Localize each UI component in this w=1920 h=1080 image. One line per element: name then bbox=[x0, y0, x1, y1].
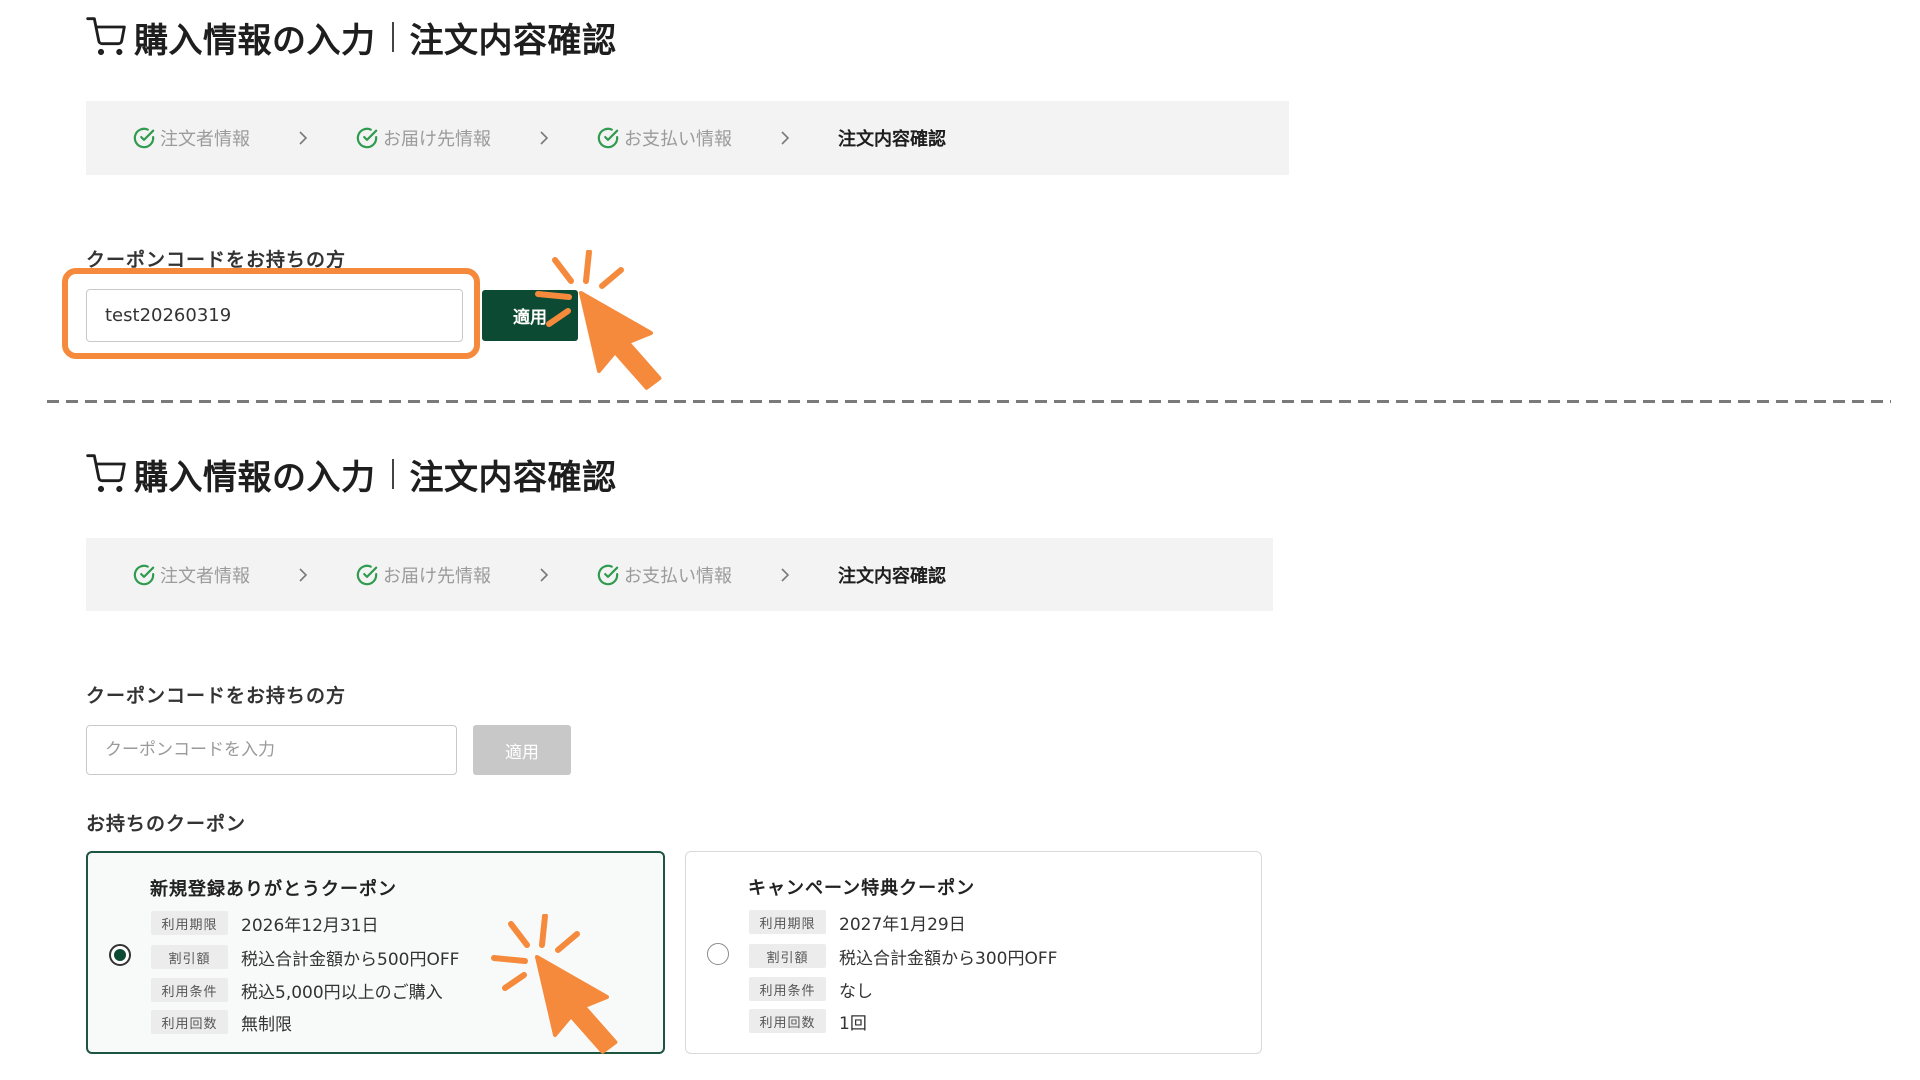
title-main: 購入情報の入力 bbox=[134, 20, 376, 61]
step-shipping-info: お届け先情報 bbox=[356, 562, 491, 588]
chevron-right-icon bbox=[299, 131, 308, 145]
coupon-row-discount: 割引額 税込合計金額から300円OFF bbox=[749, 944, 1058, 969]
coupon-code-label: クーポンコードをお持ちの方 bbox=[86, 249, 347, 271]
coupon-row-value: 税込5,000円以上のご購入 bbox=[241, 982, 443, 1003]
step-label: お支払い情報 bbox=[624, 129, 732, 150]
chevron-right-icon bbox=[781, 131, 790, 145]
coupon-row-label: 利用条件 bbox=[151, 978, 228, 1002]
coupon-row-usage-count: 利用回数 無制限 bbox=[151, 1010, 292, 1035]
coupon-row-expiry: 利用期限 2026年12月31日 bbox=[151, 911, 379, 936]
step-label: お届け先情報 bbox=[383, 565, 491, 587]
chevron-right-icon bbox=[299, 567, 308, 582]
section-divider bbox=[47, 400, 1891, 403]
coupon-row-value: 税込合計金額から500円OFF bbox=[241, 949, 460, 970]
chevron-right-icon bbox=[540, 131, 549, 145]
checkout-steps: 注文者情報 お届け先情報 お支払い情報 注文内容確認 bbox=[86, 538, 1273, 611]
coupon-row-value: 1回 bbox=[839, 1013, 867, 1034]
page-title: 購入情報の入力 注文内容確認 bbox=[86, 15, 617, 61]
title-sub: 注文内容確認 bbox=[409, 20, 617, 61]
step-label: 注文内容確認 bbox=[838, 129, 946, 150]
coupon-row-label: 割引額 bbox=[749, 944, 826, 968]
coupon-row-condition: 利用条件 なし bbox=[749, 977, 873, 1002]
step-orderer-info: 注文者情報 bbox=[133, 125, 250, 151]
coupon-row-value: 無制限 bbox=[241, 1014, 292, 1035]
title-divider bbox=[391, 459, 394, 489]
coupon-row-discount: 割引額 税込合計金額から500円OFF bbox=[151, 945, 460, 970]
coupon-code-input[interactable] bbox=[86, 289, 463, 342]
apply-coupon-button[interactable]: 適用 bbox=[482, 290, 578, 341]
page-title: 購入情報の入力 注文内容確認 bbox=[86, 452, 617, 498]
coupon-row-value: 2027年1月29日 bbox=[839, 914, 966, 935]
coupon-radio[interactable] bbox=[109, 944, 131, 966]
coupon-row-label: 利用期限 bbox=[749, 910, 826, 934]
check-circle-icon bbox=[356, 127, 378, 149]
coupon-row-usage-count: 利用回数 1回 bbox=[749, 1009, 867, 1034]
check-circle-icon bbox=[356, 564, 378, 585]
title-main: 購入情報の入力 bbox=[134, 457, 376, 498]
check-circle-icon bbox=[133, 564, 155, 585]
coupon-row-value: なし bbox=[839, 981, 873, 1002]
step-shipping-info: お届け先情報 bbox=[356, 125, 491, 151]
coupon-row-label: 利用回数 bbox=[151, 1010, 228, 1034]
coupon-row-label: 利用期限 bbox=[151, 911, 228, 935]
coupon-card-campaign[interactable]: キャンペーン特典クーポン 利用期限 2027年1月29日 割引額 税込合計金額か… bbox=[685, 851, 1262, 1054]
apply-coupon-button[interactable]: 適用 bbox=[473, 725, 571, 775]
check-circle-icon bbox=[133, 127, 155, 149]
coupon-row-value: 2026年12月31日 bbox=[241, 915, 379, 936]
step-order-confirm: 注文内容確認 bbox=[838, 562, 946, 588]
coupon-row-condition: 利用条件 税込5,000円以上のご購入 bbox=[151, 978, 443, 1003]
step-label: 注文者情報 bbox=[160, 129, 250, 150]
coupon-code-input[interactable] bbox=[86, 725, 457, 775]
step-label: お届け先情報 bbox=[383, 129, 491, 150]
coupon-code-label: クーポンコードをお持ちの方 bbox=[86, 685, 347, 707]
chevron-right-icon bbox=[781, 567, 790, 582]
cart-icon bbox=[86, 454, 126, 493]
coupon-row-label: 利用条件 bbox=[749, 977, 826, 1001]
coupon-row-label: 割引額 bbox=[151, 945, 228, 969]
step-label: お支払い情報 bbox=[624, 565, 732, 587]
step-payment-info: お支払い情報 bbox=[597, 562, 732, 588]
step-label: 注文内容確認 bbox=[838, 565, 946, 587]
coupon-radio[interactable] bbox=[707, 943, 729, 965]
coupon-row-label: 利用回数 bbox=[749, 1009, 826, 1033]
title-divider bbox=[391, 22, 394, 52]
step-order-confirm: 注文内容確認 bbox=[838, 125, 946, 151]
step-payment-info: お支払い情報 bbox=[597, 125, 732, 151]
chevron-right-icon bbox=[540, 567, 549, 582]
coupon-title: 新規登録ありがとうクーポン bbox=[150, 879, 397, 900]
step-orderer-info: 注文者情報 bbox=[133, 562, 250, 588]
check-circle-icon bbox=[597, 127, 619, 149]
coupon-row-expiry: 利用期限 2027年1月29日 bbox=[749, 910, 966, 935]
coupon-row-value: 税込合計金額から300円OFF bbox=[839, 948, 1058, 969]
title-sub: 注文内容確認 bbox=[409, 457, 617, 498]
coupon-title: キャンペーン特典クーポン bbox=[748, 878, 976, 899]
cart-icon bbox=[86, 17, 126, 56]
step-label: 注文者情報 bbox=[160, 565, 250, 587]
checkout-steps: 注文者情報 お届け先情報 お支払い情報 注文内容確認 bbox=[86, 101, 1289, 175]
owned-coupons-label: お持ちのクーポン bbox=[86, 813, 247, 835]
check-circle-icon bbox=[597, 564, 619, 585]
coupon-card-new-member[interactable]: 新規登録ありがとうクーポン 利用期限 2026年12月31日 割引額 税込合計金… bbox=[86, 851, 665, 1054]
